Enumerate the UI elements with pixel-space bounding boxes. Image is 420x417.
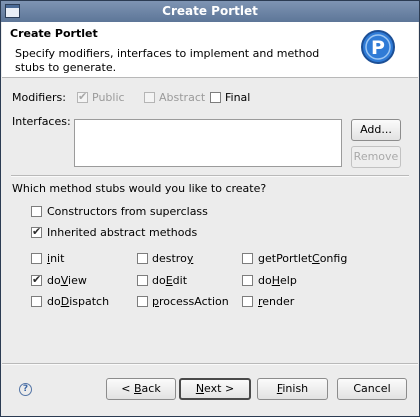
init-checkbox[interactable]	[31, 253, 42, 264]
getportletconfig-label: getPortletConfig	[258, 252, 348, 265]
title-bar: Create Portlet	[1, 1, 419, 22]
add-interface-button[interactable]: Add...	[351, 119, 401, 141]
constructors-checkbox[interactable]	[31, 206, 42, 217]
public-label: Public	[92, 91, 125, 104]
finish-button[interactable]: Finish	[257, 378, 328, 400]
abstract-checkbox[interactable]	[144, 92, 155, 103]
modifiers-label: Modifiers:	[12, 91, 66, 104]
inherited-checkbox[interactable]: ✔	[31, 225, 42, 238]
processaction-checkbox[interactable]	[137, 296, 148, 307]
doedit-label: doEdit	[152, 274, 188, 287]
abstract-label: Abstract	[159, 91, 206, 104]
final-checkbox[interactable]	[210, 92, 221, 103]
next-button[interactable]: Next >	[179, 378, 251, 400]
logo-letter: P	[371, 37, 385, 59]
footer-separator	[2, 363, 418, 365]
dodispatch-checkbox[interactable]	[31, 296, 42, 307]
header-banner: Create Portlet Specify modifiers, interf…	[2, 22, 418, 78]
public-checkbox[interactable]: ✔	[77, 90, 88, 103]
help-icon[interactable]: ?	[19, 383, 32, 396]
interfaces-list[interactable]	[74, 119, 342, 167]
render-label: render	[258, 295, 295, 308]
dialog-window: Create Portlet Create Portlet Specify mo…	[0, 0, 420, 417]
getportletconfig-checkbox[interactable]	[242, 253, 253, 264]
dohelp-checkbox[interactable]	[242, 275, 253, 286]
destroy-checkbox[interactable]	[137, 253, 148, 264]
check-icon: ✔	[32, 273, 42, 286]
portlet-logo-icon: P	[361, 30, 395, 64]
processaction-label: processAction	[152, 295, 229, 308]
dohelp-label: doHelp	[258, 274, 297, 287]
back-button[interactable]: < Back	[106, 378, 176, 400]
dodispatch-label: doDispatch	[47, 295, 110, 308]
separator	[11, 175, 409, 177]
final-label: Final	[225, 91, 251, 104]
constructors-label: Constructors from superclass	[47, 205, 208, 218]
inherited-label: Inherited abstract methods	[47, 226, 198, 239]
doview-checkbox[interactable]: ✔	[31, 273, 42, 286]
init-label: init	[47, 252, 65, 265]
check-icon: ✔	[78, 90, 88, 103]
banner-title: Create Portlet	[10, 27, 98, 40]
render-checkbox[interactable]	[242, 296, 253, 307]
destroy-label: destroy	[152, 252, 194, 265]
interfaces-label: Interfaces:	[12, 115, 71, 128]
cancel-button[interactable]: Cancel	[337, 378, 407, 400]
stubs-question: Which method stubs would you like to cre…	[12, 182, 267, 195]
banner-description: Specify modifiers, interfaces to impleme…	[15, 47, 320, 74]
window-title: Create Portlet	[162, 4, 258, 18]
doview-label: doView	[47, 274, 87, 287]
window-icon[interactable]	[5, 4, 20, 18]
check-icon: ✔	[32, 225, 42, 238]
doedit-checkbox[interactable]	[137, 275, 148, 286]
remove-interface-button[interactable]: Remove	[351, 146, 401, 168]
